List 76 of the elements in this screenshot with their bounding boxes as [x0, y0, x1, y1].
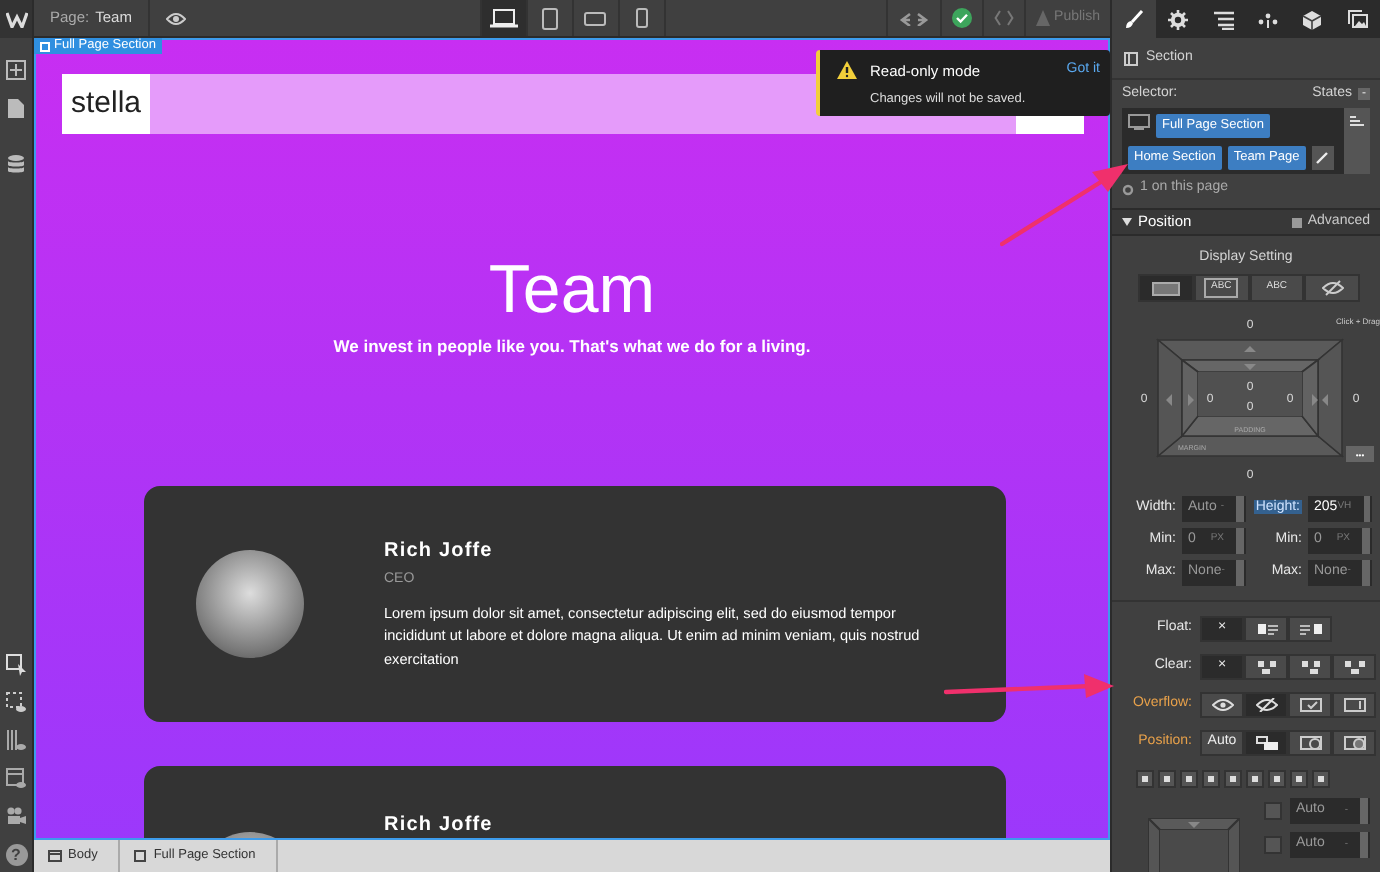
- section-heading: Team: [486, 254, 658, 329]
- property-option[interactable]: [1288, 730, 1332, 756]
- panel-tab[interactable]: [1156, 0, 1202, 38]
- body-icon: [48, 850, 62, 862]
- eye-icon: [1211, 698, 1233, 712]
- float-left-icon: [1255, 622, 1277, 636]
- property-option[interactable]: [1332, 730, 1376, 756]
- layout-icon[interactable]: [6, 768, 26, 790]
- settings-icon: [1168, 9, 1189, 29]
- clear-left-icon: [1255, 660, 1277, 674]
- member-name: Rich Joffe: [384, 538, 495, 565]
- section-icon: [133, 850, 148, 862]
- device-button[interactable]: [481, 0, 527, 36]
- property-option[interactable]: [1332, 654, 1376, 680]
- page-icon[interactable]: [6, 98, 26, 118]
- float-right-icon: [1299, 622, 1321, 636]
- property-option[interactable]: [1288, 616, 1332, 642]
- property-option[interactable]: [1244, 616, 1288, 642]
- display-option[interactable]: [1138, 274, 1194, 302]
- publish-icon: [1036, 10, 1051, 26]
- camera-icon[interactable]: [6, 806, 26, 828]
- property-option[interactable]: [1288, 692, 1332, 718]
- monitor-icon: [1128, 113, 1150, 129]
- navigator-icon: [1213, 9, 1234, 29]
- cube-icon: [1302, 9, 1323, 29]
- brush-icon: [1124, 9, 1145, 29]
- list-icon: [1350, 116, 1364, 128]
- property-option[interactable]: [1288, 654, 1332, 680]
- w-logo-icon[interactable]: [5, 11, 27, 27]
- warning-icon: [836, 60, 858, 80]
- gear-icon: [1122, 183, 1134, 195]
- phone-landscape-icon: [584, 11, 606, 25]
- pencil-icon: [1316, 151, 1329, 163]
- box-model-drawing[interactable]: [1155, 338, 1345, 458]
- scroll-box-icon: [1299, 698, 1321, 712]
- add-icon[interactable]: [6, 60, 26, 80]
- property-option[interactable]: [1200, 692, 1244, 718]
- caret-icon: [1122, 218, 1132, 226]
- eye-slash-icon: [1255, 698, 1277, 712]
- annotation-arrow: [1000, 160, 1130, 248]
- eye-slash-icon: [1321, 280, 1344, 296]
- property-option[interactable]: [1244, 730, 1288, 756]
- panel-tab[interactable]: [1335, 0, 1380, 38]
- dashed-box-icon[interactable]: [6, 692, 26, 714]
- display-option[interactable]: [1304, 274, 1360, 302]
- absolute-position-icon: [1299, 736, 1321, 750]
- property-option[interactable]: [1244, 654, 1288, 680]
- selection-icon[interactable]: [6, 654, 26, 676]
- images-icon: [1347, 9, 1368, 29]
- edit-class-button[interactable]: [1311, 145, 1334, 169]
- laptop-icon: [489, 8, 517, 28]
- class-list-button[interactable]: [1344, 108, 1370, 174]
- section-icon: [1124, 51, 1138, 65]
- member-name: Rich Joffe: [384, 812, 493, 839]
- property-option[interactable]: [1244, 692, 1288, 718]
- check-circle-icon: [952, 8, 973, 28]
- fixed-position-icon: [1343, 736, 1365, 750]
- relative-position-icon: [1255, 736, 1277, 750]
- code-icon: [994, 10, 1015, 26]
- clear-right-icon: [1299, 660, 1321, 674]
- section-icon: [40, 41, 50, 51]
- tablet-icon: [541, 7, 557, 29]
- property-option[interactable]: [1332, 692, 1376, 718]
- database-icon[interactable]: [6, 154, 26, 174]
- clear-both-icon: [1343, 660, 1365, 674]
- undo-redo-icon: [898, 11, 931, 25]
- phone-icon: [635, 8, 647, 28]
- block-icon: [1151, 281, 1180, 295]
- eye-icon: [165, 11, 186, 25]
- auto-box-icon: [1343, 698, 1365, 712]
- columns-icon[interactable]: [6, 730, 26, 752]
- toggle-icon: [1291, 217, 1302, 227]
- help-button[interactable]: ?: [5, 844, 27, 866]
- section-subheading: We invest in people like you. That's what we do for a living.: [331, 334, 813, 359]
- logo[interactable]: stella: [62, 74, 150, 134]
- dots-icon: [1258, 9, 1279, 29]
